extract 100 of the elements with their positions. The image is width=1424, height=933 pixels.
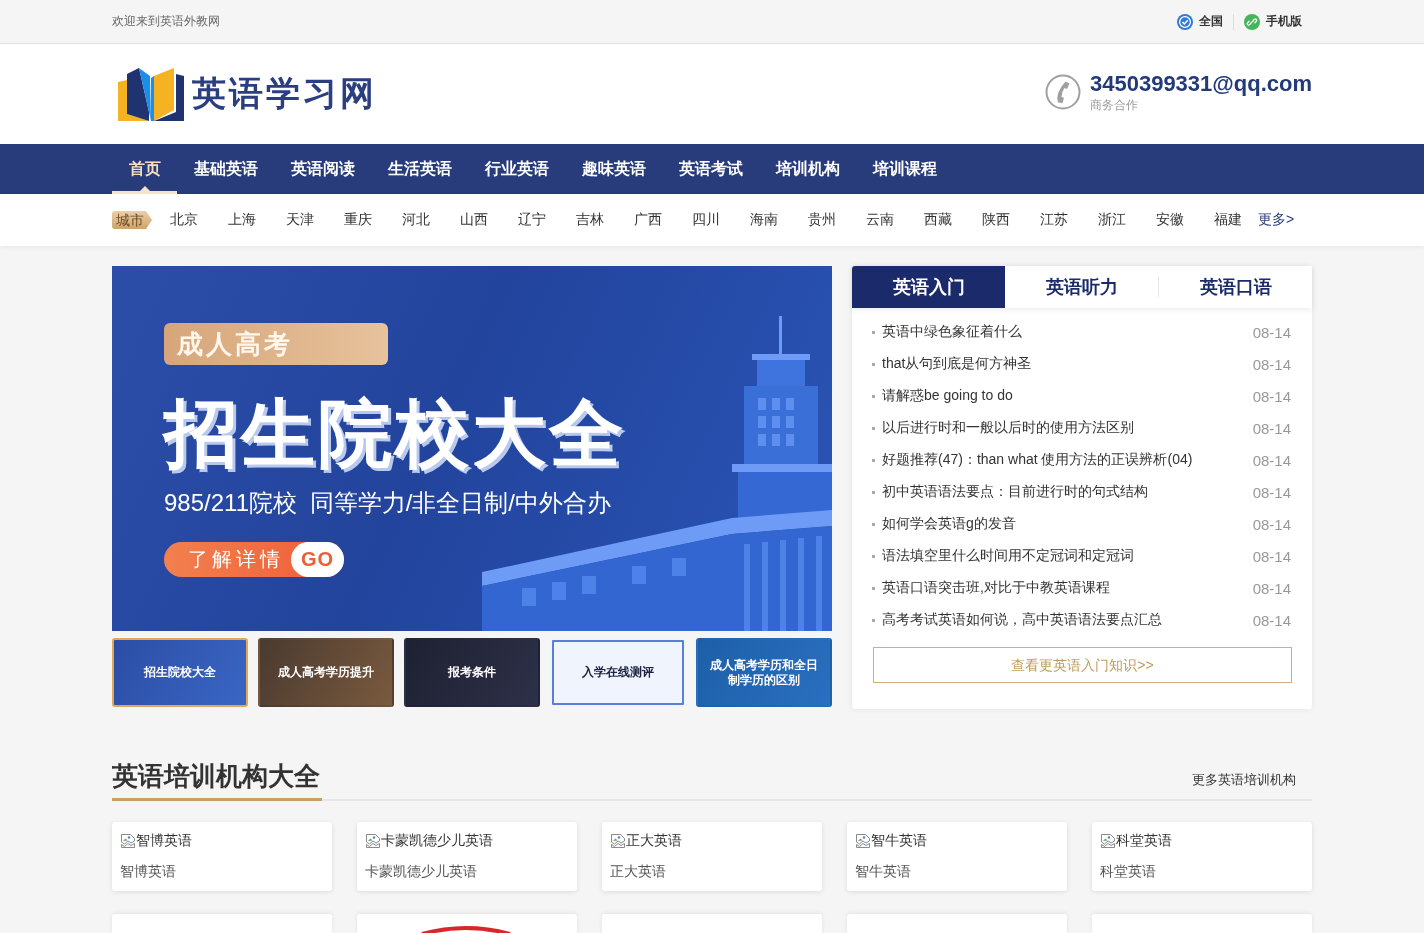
institution-name: 智牛英语 [855,862,912,881]
banner-thumbnail[interactable]: 成人高考学历和全日制学历的区别 [696,638,832,707]
nav-item[interactable]: 生活英语 [371,144,468,194]
bullet-icon [872,554,875,558]
city-link[interactable]: 天津 [286,211,314,229]
bullet-icon [872,586,875,590]
institution-card[interactable]: 智牛英语 智牛英语 [847,822,1067,891]
banner-tag: 成人高考 [164,323,388,365]
banner-subtitle: 985/211院校 同等学力/非全日制/中外合办 [164,488,611,518]
more-cities-link[interactable]: 更多> [1258,211,1295,229]
site-logo[interactable]: 英语学习网 [118,66,377,122]
news-link[interactable]: that从句到底是何方神圣 [882,355,1253,373]
section-title: 英语培训机构大全 [112,759,322,801]
check-circle-icon [1177,13,1193,30]
more-institutions-link[interactable]: 更多英语培训机构 [1192,771,1296,789]
city-link[interactable]: 海南 [750,211,778,229]
broken-image-icon [610,833,626,849]
thumbnail-title: 报考条件 [448,665,496,680]
city-link[interactable]: 安徽 [1156,211,1184,229]
news-link[interactable]: 如何学会英语g的发音 [882,515,1253,533]
nav-item[interactable]: 培训课程 [856,144,953,194]
city-link[interactable]: 河北 [402,211,430,229]
go-badge: GO [291,542,344,577]
news-date: 08-14 [1252,387,1291,405]
news-date: 08-14 [1252,611,1291,629]
bullet-icon [872,618,875,622]
institution-card[interactable]: 智博英语 智博英语 [112,822,332,891]
chain-link-icon [1244,13,1260,30]
city-link[interactable]: 陕西 [982,211,1010,229]
news-date: 08-14 [1252,579,1291,597]
nav-item[interactable]: 趣味英语 [565,144,662,194]
news-link[interactable]: 好题推荐(47)：than what 使用方法的正误辨析(04) [882,451,1253,469]
thumbnail-title: 招生院校大全 [144,665,216,680]
broken-image-icon [855,833,871,849]
institution-card[interactable]: 科堂英语 科堂英语 [1092,822,1312,891]
news-link[interactable]: 英语中绿色象征着什么 [882,323,1253,341]
institution-card[interactable]: 卡蒙凯德少儿英语 卡蒙凯德少儿英语 [357,822,577,891]
bullet-icon [872,330,875,334]
institution-card[interactable] [357,914,577,933]
region-link[interactable]: 全国 [1177,13,1223,30]
banner-thumbnail[interactable]: 入学在线测评 [550,638,686,707]
city-link[interactable]: 北京 [170,211,198,229]
news-link[interactable]: 以后进行时和一般以后时的使用方法区别 [882,419,1253,437]
news-date: 08-14 [1252,547,1291,565]
news-date: 08-14 [1252,451,1291,469]
image-alt-text: 智牛英语 [871,832,927,850]
news-link[interactable]: 语法填空里什么时间用不定冠词和定冠词 [882,547,1253,565]
city-link[interactable]: 辽宁 [518,211,546,229]
news-date: 08-14 [1252,355,1291,373]
city-link[interactable]: 吉林 [576,211,604,229]
institution-name: 科堂英语 [1100,862,1157,881]
city-link[interactable]: 上海 [228,211,256,229]
banner-thumbnail[interactable]: 报考条件 [404,638,540,707]
city-link[interactable]: 重庆 [344,211,372,229]
news-link[interactable]: 初中英语语法要点：目前进行时的句式结构 [882,483,1253,501]
city-link[interactable]: 浙江 [1098,211,1126,229]
city-link[interactable]: 云南 [866,211,894,229]
thumbnail-title: 成人高考学历和全日制学历的区别 [709,657,819,688]
nav-item[interactable]: 英语阅读 [274,144,371,194]
institution-name: 正大英语 [610,862,667,881]
book-logo-icon [118,66,184,122]
bullet-icon [872,394,875,398]
nav-item[interactable]: 英语考试 [662,144,759,194]
city-link[interactable]: 福建 [1214,211,1242,229]
image-alt-text: 科堂英语 [1116,832,1172,850]
banner-headline: 招生院校大全 [164,396,626,472]
institution-card[interactable]: 正大英语 正大英语 [602,822,822,891]
city-link[interactable]: 山西 [460,211,488,229]
banner-thumbnail[interactable]: 招生院校大全 [112,638,248,707]
banner-thumbnail[interactable]: 成人高考学历提升 [258,638,394,707]
news-link[interactable]: 英语口语突击班,对比于中教英语课程 [882,579,1253,597]
nav-item[interactable]: 行业英语 [468,144,565,194]
news-link[interactable]: 请解惑be going to do [882,387,1253,405]
city-link[interactable]: 广西 [634,211,662,229]
bullet-icon [872,490,875,494]
nav-item[interactable]: 培训机构 [759,144,856,194]
news-tab[interactable]: 英语入门 [852,266,1005,308]
bullet-icon [872,426,875,430]
city-link[interactable]: 江苏 [1040,211,1068,229]
news-date: 08-14 [1252,483,1291,501]
news-tab[interactable]: 英语口语 [1159,266,1312,308]
broken-image-icon [1100,833,1116,849]
mobile-link[interactable]: 手机版 [1244,13,1302,30]
city-link[interactable]: 西藏 [924,211,952,229]
broken-image-icon [365,833,381,849]
phone-icon [1044,74,1081,110]
broken-image-icon [120,833,136,849]
contact-email: 3450399331@qq.com [1089,71,1312,97]
bullet-icon [872,458,875,462]
thumbnail-title: 成人高考学历提升 [278,665,374,680]
news-tab[interactable]: 英语听力 [1005,266,1158,308]
news-date: 08-14 [1252,419,1291,437]
image-alt-text: 正大英语 [626,832,682,850]
nav-item[interactable]: 基础英语 [177,144,274,194]
news-link[interactable]: 高考考试英语如何说，高中英语语法要点汇总 [882,611,1253,629]
city-tag: 城市 [112,211,152,229]
city-link[interactable]: 贵州 [808,211,836,229]
city-link[interactable]: 四川 [692,211,720,229]
image-alt-text: 卡蒙凯德少儿英语 [381,832,493,850]
banner[interactable]: 成人高考 招生院校大全 985/211院校 同等学力/非全日制/中外合办 了解详情 GO [112,266,832,631]
